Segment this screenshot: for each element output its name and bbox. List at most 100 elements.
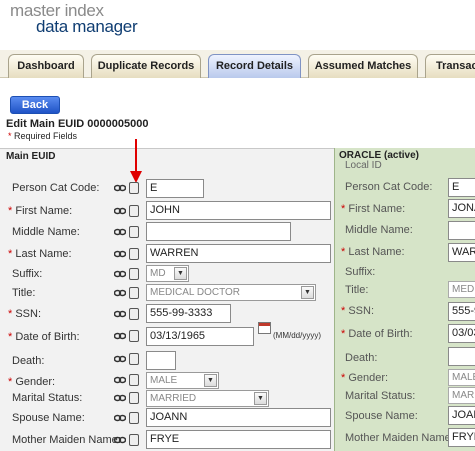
app-logo: master index data manager	[10, 2, 138, 36]
label-person-cat-code: Person Cat Code:	[12, 182, 100, 194]
lock-icon[interactable]	[129, 434, 139, 446]
link-icon[interactable]	[114, 228, 126, 236]
link-icon[interactable]	[114, 184, 126, 192]
field-icons	[114, 205, 142, 217]
field-icons	[114, 308, 142, 320]
oracle-title-value: MEDI	[448, 281, 475, 298]
link-icon[interactable]	[114, 270, 126, 278]
chevron-down-icon: ▼	[301, 286, 314, 299]
lock-icon[interactable]	[129, 268, 139, 280]
marital-status-select[interactable]: MARRIED ▼	[146, 390, 269, 407]
oracle-first-name-value: JONA	[448, 199, 475, 218]
oracle-label-person-cat-code: Person Cat Code:	[345, 181, 433, 193]
chevron-down-icon: ▼	[174, 267, 187, 280]
lock-icon[interactable]	[129, 353, 139, 365]
oracle-label-middle-name: Middle Name:	[345, 224, 413, 236]
tab-assumed-matches[interactable]: Assumed Matches	[308, 54, 418, 78]
lock-icon[interactable]	[129, 182, 139, 194]
person-cat-code-input[interactable]: E	[146, 179, 204, 198]
last-name-input[interactable]: WARREN	[146, 244, 331, 263]
oracle-gender-value: MALE	[448, 369, 475, 386]
title-select[interactable]: MEDICAL DOCTOR ▼	[146, 284, 316, 301]
link-icon[interactable]	[114, 394, 126, 402]
logo-line2: data manager	[36, 17, 138, 36]
ssn-input[interactable]: 555-99-3333	[146, 304, 231, 323]
oracle-label-date-of-birth: * Date of Birth:	[341, 328, 413, 340]
link-icon[interactable]	[114, 310, 126, 318]
label-first-name: * First Name:	[8, 205, 73, 217]
field-icons	[114, 182, 142, 194]
tab-bar: Dashboard Duplicate Records Record Detai…	[0, 50, 475, 78]
link-icon[interactable]	[114, 436, 126, 444]
lock-icon[interactable]	[129, 226, 139, 238]
label-suffix: Suffix:	[12, 268, 43, 280]
label-gender: * Gender:	[8, 376, 56, 388]
link-icon[interactable]	[114, 207, 126, 215]
field-icons	[114, 392, 142, 404]
oracle-label-marital-status: Marital Status:	[345, 390, 416, 402]
spouse-name-input[interactable]: JOANN	[146, 408, 331, 427]
oracle-label-suffix: Suffix:	[345, 266, 376, 278]
label-death: Death:	[12, 355, 45, 367]
middle-name-input[interactable]	[146, 222, 291, 241]
gender-select[interactable]: MALE ▼	[146, 372, 219, 389]
tab-duplicate-records[interactable]: Duplicate Records	[91, 54, 201, 78]
lock-icon[interactable]	[129, 248, 139, 260]
link-icon[interactable]	[114, 250, 126, 258]
label-middle-name: Middle Name:	[12, 226, 80, 238]
oracle-middle-name-value	[448, 221, 475, 240]
first-name-input[interactable]: JOHN	[146, 201, 331, 220]
tab-transactions[interactable]: Transac	[425, 54, 475, 78]
calendar-icon[interactable]	[258, 322, 271, 334]
label-marital-status: Marital Status:	[12, 392, 83, 404]
date-format-hint: (MM/dd/yyyy)	[273, 331, 321, 340]
date-of-birth-input[interactable]: 03/13/1965	[146, 327, 254, 346]
tab-dashboard[interactable]: Dashboard	[8, 54, 84, 78]
field-icons	[114, 268, 142, 280]
label-date-of-birth: * Date of Birth:	[8, 331, 80, 343]
page-title: Edit Main EUID 0000005000	[6, 118, 149, 130]
link-icon[interactable]	[114, 289, 126, 297]
field-icons	[114, 287, 142, 299]
oracle-last-name-value: WARR	[448, 243, 475, 262]
chevron-down-icon: ▼	[254, 392, 267, 405]
field-icons	[114, 434, 142, 446]
back-button[interactable]: Back	[10, 96, 60, 114]
main-euid-title: Main EUID	[6, 151, 56, 162]
field-icons	[114, 248, 142, 260]
chevron-down-icon: ▼	[204, 374, 217, 387]
lock-icon[interactable]	[129, 412, 139, 424]
label-last-name: * Last Name:	[8, 248, 72, 260]
lock-icon[interactable]	[129, 392, 139, 404]
link-icon[interactable]	[114, 376, 126, 384]
oracle-ssn-value: 555-9	[448, 302, 475, 321]
oracle-death-value	[448, 347, 475, 366]
oracle-spouse-name-value: JOAN	[448, 406, 475, 425]
lock-icon[interactable]	[129, 330, 139, 342]
oracle-date-of-birth-value: 03/03	[448, 324, 475, 343]
lock-icon[interactable]	[129, 374, 139, 386]
field-icons	[114, 330, 142, 342]
link-icon[interactable]	[114, 332, 126, 340]
label-ssn: * SSN:	[8, 308, 42, 320]
annotation-arrow-icon	[130, 139, 142, 183]
local-id-label: Local ID	[345, 160, 382, 171]
label-spouse-name: Spouse Name:	[12, 412, 85, 424]
field-icons	[114, 226, 142, 238]
lock-icon[interactable]	[129, 287, 139, 299]
field-icons	[114, 374, 142, 386]
lock-icon[interactable]	[129, 308, 139, 320]
field-icons	[114, 412, 142, 424]
label-mother-maiden-name: Mother Maiden Name:	[12, 434, 121, 446]
death-input[interactable]	[146, 351, 176, 370]
lock-icon[interactable]	[129, 205, 139, 217]
oracle-label-ssn: * SSN:	[341, 305, 375, 317]
oracle-label-mother-maiden-name: Mother Maiden Name:	[345, 432, 454, 444]
mother-maiden-name-input[interactable]: FRYE	[146, 430, 331, 449]
oracle-label-last-name: * Last Name:	[341, 246, 405, 258]
link-icon[interactable]	[114, 355, 126, 363]
link-icon[interactable]	[114, 414, 126, 422]
label-title: Title:	[12, 287, 36, 299]
suffix-select[interactable]: MD ▼	[146, 265, 189, 282]
tab-record-details[interactable]: Record Details	[208, 54, 301, 78]
